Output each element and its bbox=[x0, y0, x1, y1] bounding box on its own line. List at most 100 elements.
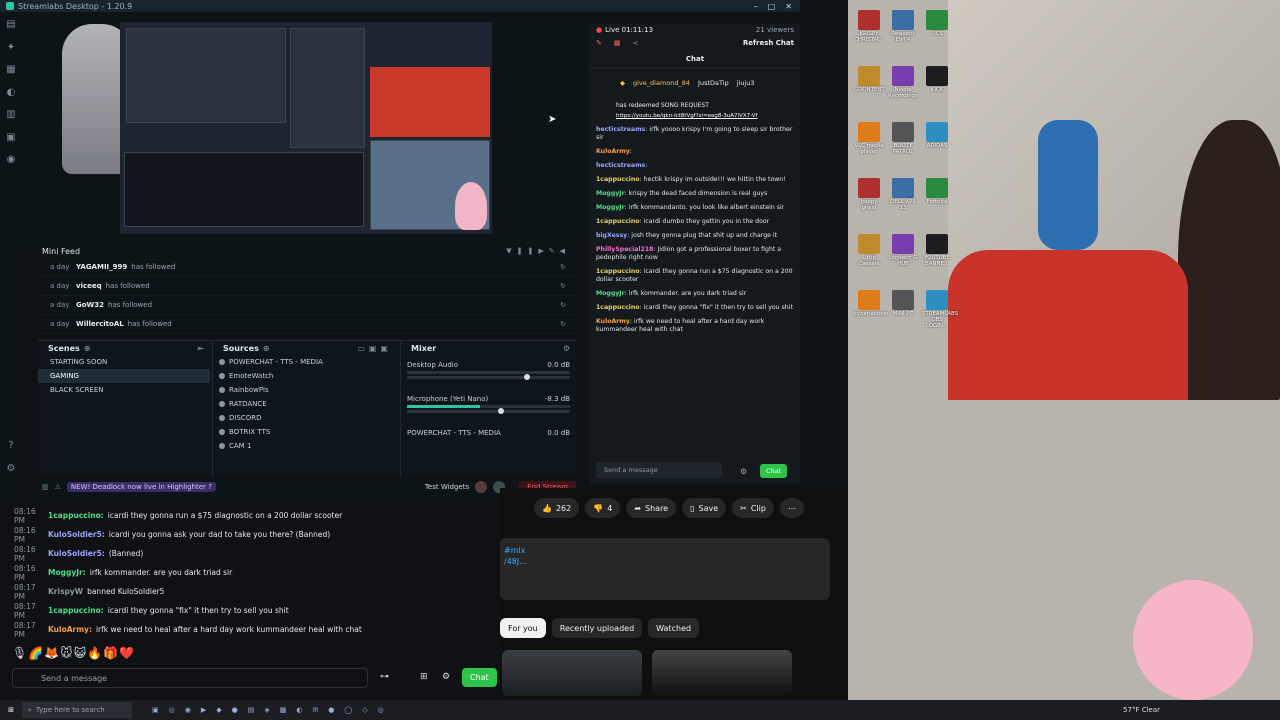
scene-item[interactable]: BLACK SCREEN bbox=[38, 383, 210, 397]
video-thumbnail[interactable] bbox=[652, 650, 792, 696]
chat-input[interactable]: Send a message bbox=[596, 462, 722, 478]
source-item[interactable]: CAM 1 bbox=[213, 439, 398, 453]
store-icon[interactable]: ▦ bbox=[0, 60, 22, 80]
save-icon: ▯ bbox=[690, 503, 695, 513]
pinned-apps[interactable]: ▣◎◉▶◆●▤◈▩◐✉●◯◇◎ bbox=[152, 706, 394, 714]
feed-row: a day GoW32 has followed ↻ bbox=[38, 296, 576, 315]
highlighter-icon[interactable]: ◐ bbox=[0, 82, 22, 102]
chat-input[interactable]: Send a message bbox=[12, 668, 368, 688]
emote-bar[interactable]: 🎙🌈🦊🐭😺🔥🎁❤️ bbox=[12, 646, 135, 660]
stats-icon[interactable]: ▥ bbox=[0, 105, 22, 125]
record-button[interactable] bbox=[475, 481, 488, 493]
editor-icon[interactable]: ▤ bbox=[0, 15, 22, 35]
sources-title: Sources bbox=[223, 343, 259, 353]
desktop-icon[interactable]: KRISPY CHRISTM... bbox=[854, 10, 884, 43]
help-icon[interactable]: ? bbox=[0, 436, 22, 456]
preview-canvas[interactable] bbox=[120, 22, 492, 234]
settings-icon[interactable]: ⚙ bbox=[0, 458, 22, 478]
replay-icon[interactable]: ↻ bbox=[560, 263, 566, 271]
scene-item[interactable]: STARTING SOON bbox=[38, 355, 210, 369]
desktop-icon[interactable]: BOOTY PATROL bbox=[888, 122, 918, 155]
chat-send-button[interactable]: Chat bbox=[462, 668, 497, 687]
settings-icon[interactable]: ⚙ bbox=[442, 672, 450, 682]
desktop-icon[interactable]: VLC media player bbox=[854, 122, 884, 155]
song-request-link[interactable]: https://youtu.be/qkn-lct8tVgf?si=eeg8-3u… bbox=[590, 113, 800, 123]
desktop-icon[interactable]: Logitech G HUB bbox=[888, 234, 918, 267]
desktop-icon[interactable]: KICK bbox=[922, 66, 952, 93]
chat-message: 1cappuccino: icardi dumbo they gettin yo… bbox=[596, 218, 770, 225]
mini-feed-controls[interactable]: ▼❚❚▶✎◀ bbox=[506, 247, 570, 255]
desktop-icon[interactable]: Fortnite bbox=[922, 178, 952, 205]
description-link[interactable]: /48J... bbox=[500, 555, 830, 568]
hashtag-link[interactable]: #mlx bbox=[500, 538, 830, 555]
desktop-icon[interactable]: happy ghast bbox=[854, 178, 884, 211]
start-icon[interactable]: ⊞ bbox=[0, 706, 22, 714]
tab-for-you[interactable]: For you bbox=[500, 618, 546, 638]
stream-preview[interactable]: ➤ bbox=[22, 12, 590, 246]
minimize-button[interactable]: – bbox=[754, 2, 758, 11]
replay-icon[interactable]: ↻ bbox=[560, 320, 566, 328]
source-item[interactable]: RainbowPls bbox=[213, 383, 398, 397]
status-bar: ▥ ⚠ NEW! Deadlock now live in Highlighte… bbox=[38, 478, 576, 496]
desktop-icon[interactable]: YOUTUBE BANNE... bbox=[922, 234, 952, 267]
dashboard-icon[interactable]: ▣ bbox=[0, 127, 22, 147]
maximize-button[interactable]: □ bbox=[768, 2, 776, 11]
chat-messages: hecticstreams: irfk yoooo krispy I'm goi… bbox=[590, 123, 800, 423]
studio-icon[interactable]: ▦ bbox=[614, 39, 621, 47]
chat-send-button[interactable]: Chat bbox=[760, 464, 788, 478]
chat-message: 1cappuccino: icardi they gonna run a $75… bbox=[596, 268, 793, 283]
mixer-settings-icon[interactable]: ⚙ bbox=[563, 344, 570, 353]
chat-settings-icon[interactable]: ⚙ bbox=[740, 467, 747, 476]
dislike-button[interactable]: 👎 4 bbox=[585, 498, 621, 518]
chat-line: 08:17 PM KrispyW banned KuloSoldier5 bbox=[14, 582, 165, 601]
volume-slider[interactable] bbox=[407, 374, 570, 380]
add-source-icon[interactable]: ⊕ bbox=[263, 344, 270, 353]
add-scene-icon[interactable]: ⊕ bbox=[84, 344, 91, 353]
like-button[interactable]: 👍 262 bbox=[534, 498, 580, 518]
recordings-icon[interactable]: ◉ bbox=[0, 150, 22, 170]
desktop-icon[interactable]: Resident Evil 4 bbox=[888, 10, 918, 43]
share-button[interactable]: ➦ Share bbox=[626, 498, 677, 518]
source-item[interactable]: DISCORD bbox=[213, 411, 398, 425]
close-button[interactable]: ✕ bbox=[785, 2, 792, 11]
themes-icon[interactable]: ✦ bbox=[0, 37, 22, 57]
desktop-icon[interactable]: Little Caesars bbox=[854, 234, 884, 267]
refresh-chat-button[interactable]: Refresh Chat bbox=[743, 39, 794, 47]
desktop-icon[interactable]: DELL XPS 13 bbox=[888, 178, 918, 211]
desktop-icon[interactable]: Nvidia Recordings bbox=[888, 66, 918, 99]
replay-icon[interactable]: ↻ bbox=[560, 282, 566, 290]
volume-slider[interactable] bbox=[407, 408, 570, 414]
highlighter-notice[interactable]: NEW! Deadlock now live in Highlighter ? bbox=[66, 482, 216, 492]
source-item[interactable]: BOTRIX TTS bbox=[213, 425, 398, 439]
save-button[interactable]: ▯ Save bbox=[682, 498, 727, 518]
source-tools[interactable]: ▭▣▣ bbox=[357, 344, 392, 353]
desktop-icon[interactable]: GOONTENT bbox=[854, 66, 885, 93]
source-item[interactable]: RATDANCE bbox=[213, 397, 398, 411]
video-thumbnail[interactable] bbox=[502, 650, 642, 696]
feed-row: a day WillercitoAL has followed ↻ bbox=[38, 315, 576, 334]
desktop-icon[interactable]: MINI PC bbox=[888, 290, 918, 317]
desktop-area: KRISPY CHRISTM... Resident Evil 4 PICS GOON… bbox=[848, 0, 1280, 700]
replay-icon[interactable]: ↻ bbox=[560, 301, 566, 309]
source-item[interactable]: EmoteWatch bbox=[213, 369, 398, 383]
source-item[interactable]: POWERCHAT - TTS - MEDIA bbox=[213, 355, 398, 369]
edit-icon[interactable]: ✎ bbox=[596, 39, 602, 47]
chat-message: KuloArmy: irfk we need to heal after a h… bbox=[596, 318, 765, 333]
desktop-icon[interactable]: PICS bbox=[922, 10, 952, 37]
taskbar-search[interactable]: ⌕ Type here to search bbox=[22, 702, 132, 718]
desktop-icon[interactable]: ADIDAS bbox=[922, 122, 952, 149]
tab-recently-uploaded[interactable]: Recently uploaded bbox=[551, 618, 643, 638]
gift-icon[interactable]: ⊞ bbox=[420, 672, 428, 682]
more-button[interactable]: ⋯ bbox=[779, 498, 804, 518]
notification-icon[interactable]: ⚠ bbox=[55, 483, 61, 491]
clip-button[interactable]: ✂ Clip bbox=[732, 498, 774, 518]
scene-collection-icon[interactable]: ⇤ bbox=[197, 344, 204, 353]
channel-points-icon[interactable]: ⊶ bbox=[380, 672, 389, 682]
tab-watched[interactable]: Watched bbox=[648, 618, 700, 638]
performance-icon[interactable]: ▥ bbox=[42, 483, 49, 491]
desktop-icon[interactable]: cyberiachest bbox=[854, 290, 889, 317]
test-widgets-label[interactable]: Test Widgets bbox=[425, 483, 469, 491]
desktop-icon[interactable]: STREAMLABS OBS LOGIN... bbox=[922, 290, 958, 329]
scene-item-selected[interactable]: GAMING bbox=[38, 369, 210, 383]
share-icon[interactable]: ⋖ bbox=[633, 39, 639, 47]
